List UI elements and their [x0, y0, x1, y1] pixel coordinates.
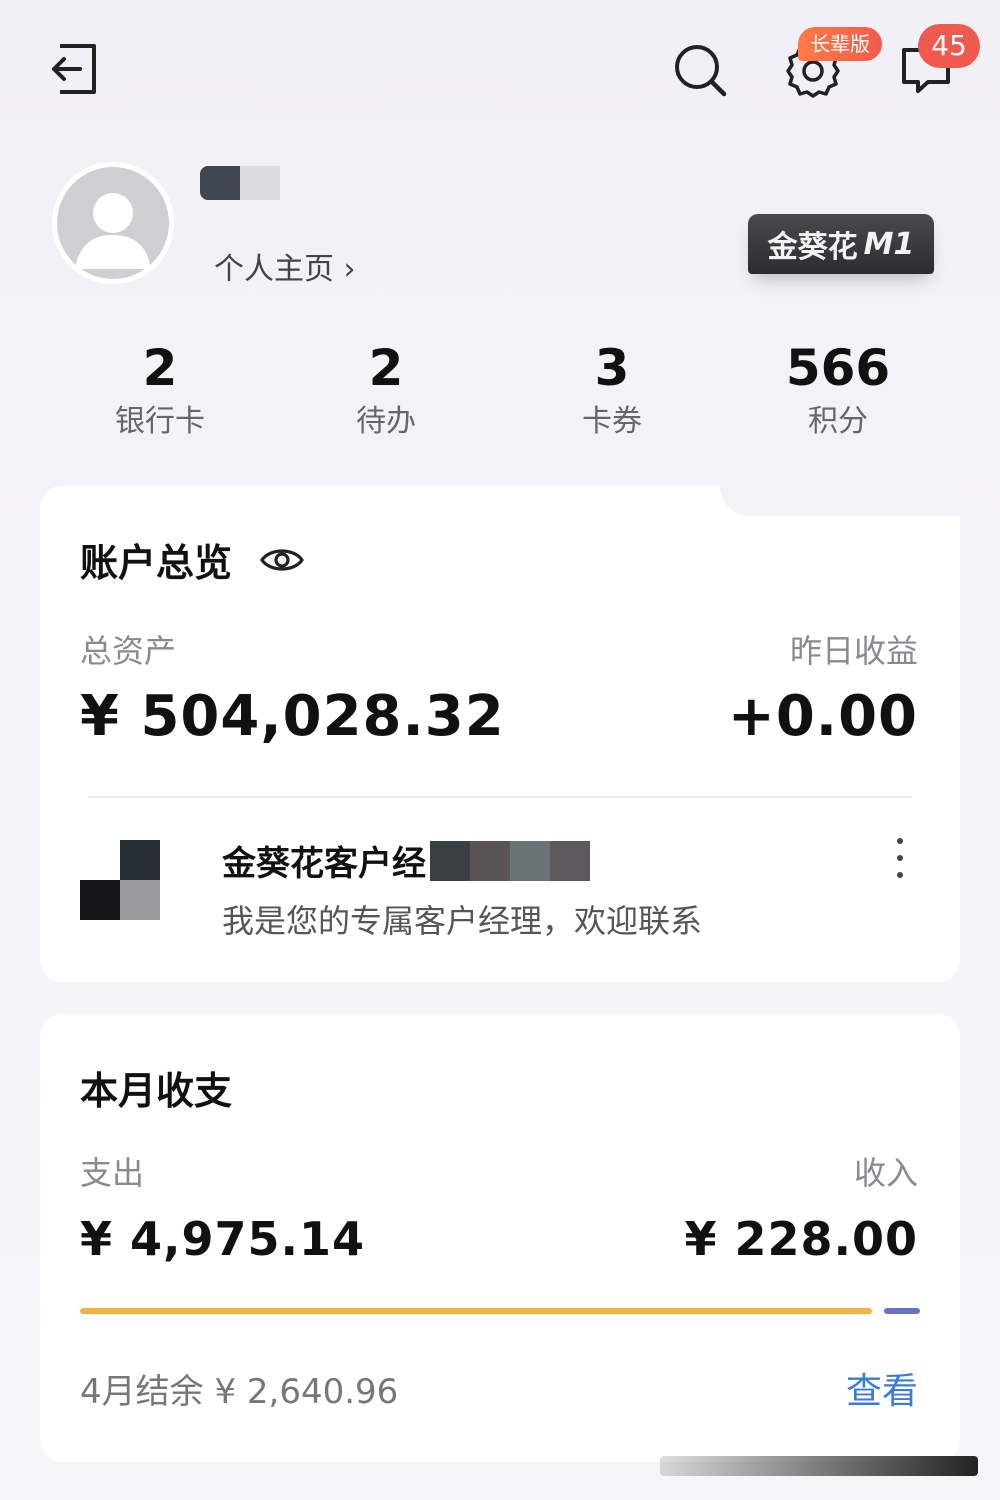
- home-indicator: [660, 1456, 978, 1476]
- expense-label: 支出: [80, 1154, 145, 1192]
- more-dot-icon: [897, 855, 903, 861]
- view-details-link[interactable]: 查看: [846, 1362, 918, 1414]
- manager-name: 金葵花客户经: [222, 844, 426, 884]
- stat-todo[interactable]: 2 待办: [286, 336, 486, 444]
- stat-label: 银行卡: [115, 404, 205, 439]
- elder-mode-badge[interactable]: 长辈版: [798, 27, 882, 61]
- stat-value: 2: [368, 339, 404, 397]
- member-level-badge[interactable]: 金葵花 M1: [748, 214, 934, 274]
- stats-row: 2 银行卡 2 待办 3 卡券 566 积分: [0, 336, 1000, 446]
- exit-button[interactable]: [46, 40, 102, 98]
- stat-value: 2: [142, 339, 178, 397]
- budget-title: 本月收支: [80, 1069, 233, 1113]
- message-count-badge: 45: [918, 24, 980, 68]
- manager-description: 我是您的专属客户经理，欢迎联系: [222, 902, 703, 940]
- account-overview-card: 账户总览 总资产 昨日收益 ¥ 504,028.32 +0.00 金葵花客户经 …: [40, 486, 960, 982]
- monthly-budget-card: 本月收支 支出 收入 ¥ 4,975.14 ¥ 228.00 4月结余 ¥ 2,…: [40, 1014, 960, 1462]
- stat-label: 待办: [356, 404, 416, 439]
- income-value[interactable]: ¥ 228.00: [684, 1212, 918, 1266]
- eye-icon: [260, 548, 304, 571]
- user-icon: [75, 193, 151, 269]
- stat-label: 积分: [808, 404, 868, 439]
- budget-progress-bar: [80, 1308, 920, 1314]
- stat-value: 566: [785, 339, 891, 397]
- yesterday-income-label: 昨日收益: [789, 632, 918, 670]
- stat-points[interactable]: 566 积分: [738, 336, 938, 444]
- more-dot-icon: [897, 838, 903, 844]
- stat-value: 3: [594, 339, 630, 397]
- divider: [88, 796, 912, 798]
- search-icon: [675, 45, 727, 97]
- member-brand: 金葵花: [767, 230, 858, 265]
- total-assets-label: 总资产: [80, 632, 177, 670]
- manager-avatar-masked[interactable]: [80, 840, 160, 920]
- avatar[interactable]: [52, 162, 174, 284]
- expense-value[interactable]: ¥ 4,975.14: [80, 1212, 365, 1266]
- income-label: 收入: [853, 1154, 918, 1192]
- manager-name-row[interactable]: 金葵花客户经: [222, 836, 590, 885]
- member-tier: M1: [863, 226, 915, 262]
- toggle-visibility-button[interactable]: [260, 545, 304, 575]
- overview-title: 账户总览: [80, 541, 233, 585]
- stat-coupons[interactable]: 3 卡券: [512, 336, 712, 444]
- more-dot-icon: [897, 872, 903, 878]
- stat-bank-cards[interactable]: 2 银行卡: [60, 336, 260, 444]
- username-masked: [200, 166, 280, 200]
- homepage-link[interactable]: 个人主页 ›: [214, 244, 356, 288]
- month-balance: 4月结余 ¥ 2,640.96: [80, 1372, 399, 1412]
- search-button[interactable]: [670, 40, 730, 100]
- manager-name-masked: [430, 840, 590, 881]
- expense-bar: [80, 1308, 872, 1314]
- yesterday-income-value[interactable]: +0.00: [728, 684, 918, 749]
- stat-label: 卡券: [582, 404, 642, 439]
- exit-icon: [52, 44, 96, 94]
- more-options-button[interactable]: [890, 838, 910, 878]
- total-assets-value[interactable]: ¥ 504,028.32: [80, 684, 505, 749]
- homepage-link-label: 个人主页 ›: [214, 252, 356, 287]
- income-bar: [884, 1308, 920, 1314]
